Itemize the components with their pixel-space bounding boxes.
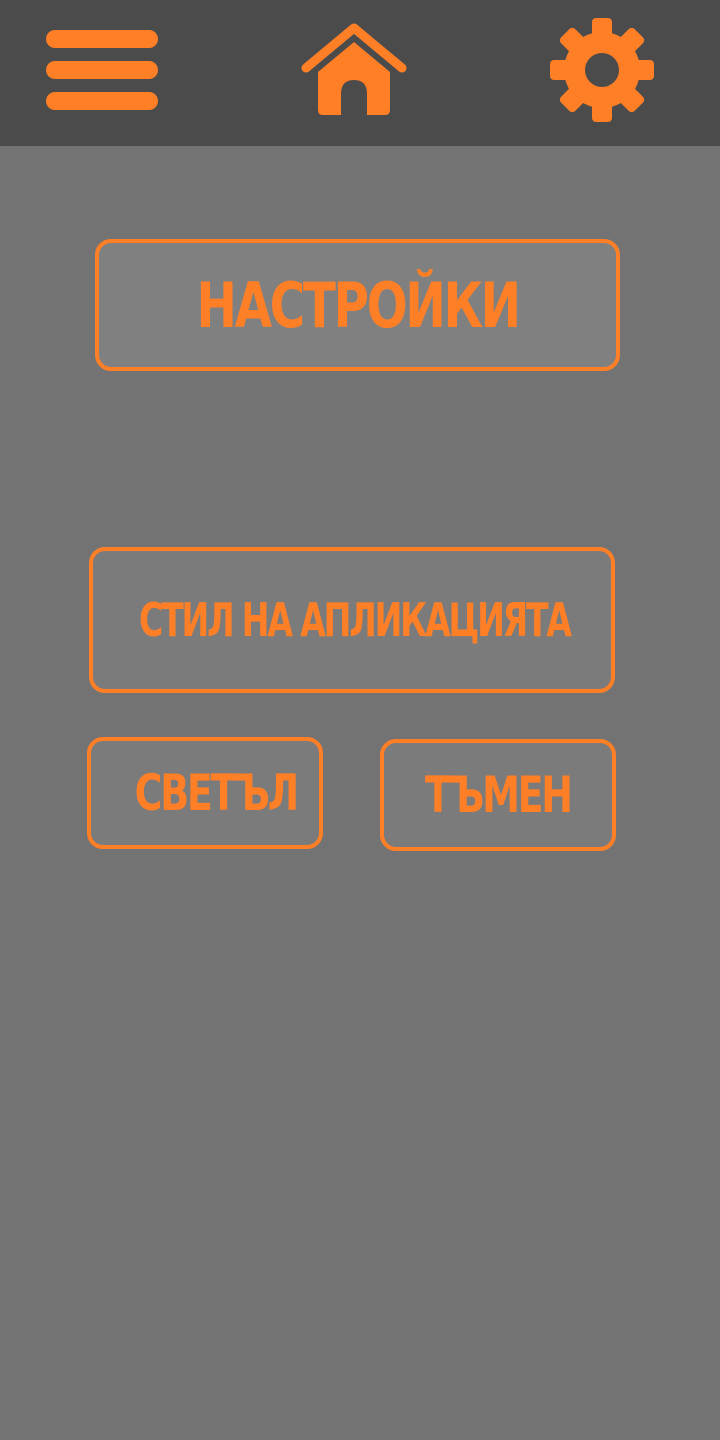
gear-icon [550, 18, 654, 122]
app-style-heading-box: СТИЛ НА АПЛИКАЦИЯТА [89, 547, 615, 693]
home-icon [301, 23, 407, 115]
dark-theme-button[interactable]: ТЪМЕН [380, 739, 616, 851]
hamburger-menu-icon [46, 30, 158, 110]
dark-theme-label: ТЪМЕН [425, 766, 573, 824]
home-button[interactable] [300, 22, 408, 118]
top-navigation-bar [0, 0, 720, 146]
light-theme-label: СВЕТЪЛ [134, 764, 300, 822]
page-title: НАСТРОЙКИ [196, 268, 521, 342]
menu-button[interactable] [44, 26, 160, 114]
settings-button[interactable] [546, 18, 658, 122]
page-title-box: НАСТРОЙКИ [95, 239, 620, 371]
light-theme-button[interactable]: СВЕТЪЛ [87, 737, 323, 849]
app-style-heading: СТИЛ НА АПЛИКАЦИЯТА [138, 593, 572, 647]
